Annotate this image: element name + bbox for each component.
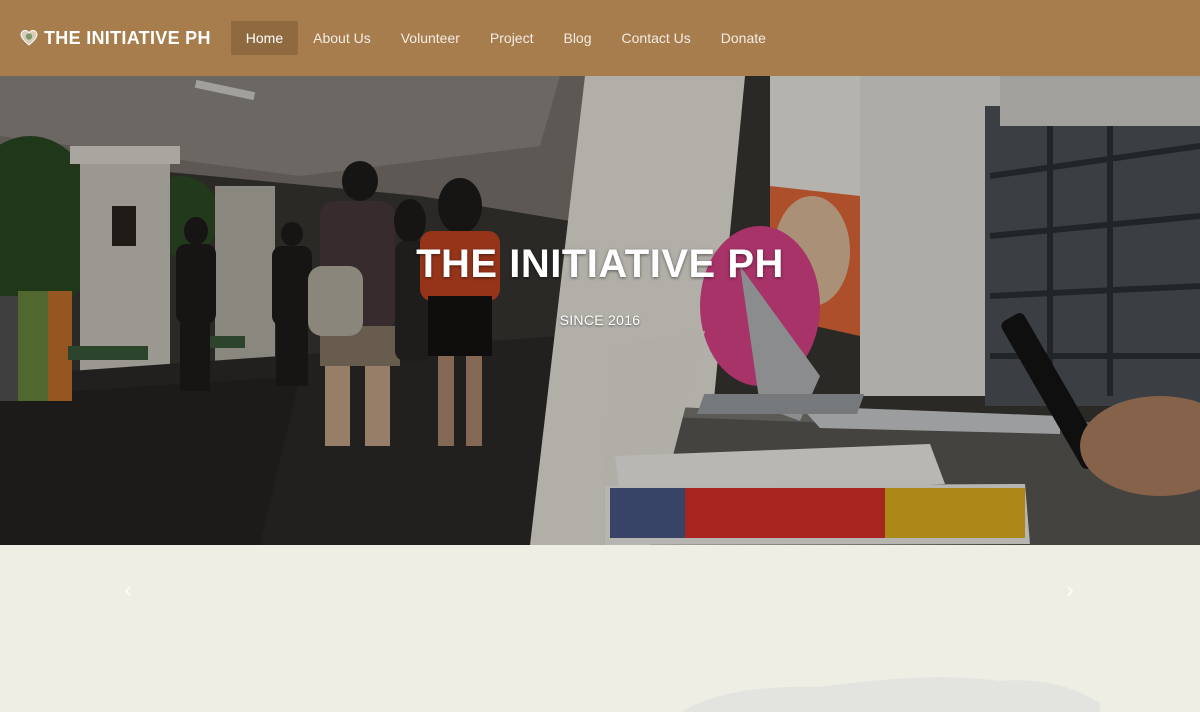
nav-item-about-us[interactable]: About Us <box>298 21 386 55</box>
carousel-area: ‹ › <box>0 545 1200 712</box>
top-navbar: THE INITIATIVE PH Home About Us Voluntee… <box>0 0 1200 76</box>
main-nav: Home About Us Volunteer Project Blog Con… <box>230 21 781 55</box>
chevron-right-icon[interactable]: › <box>1058 578 1082 602</box>
chevron-left-icon[interactable]: ‹ <box>116 578 140 602</box>
nav-item-blog[interactable]: Blog <box>548 21 606 55</box>
nav-item-volunteer[interactable]: Volunteer <box>386 21 475 55</box>
nav-item-donate[interactable]: Donate <box>706 21 781 55</box>
brand-link[interactable]: THE INITIATIVE PH <box>20 28 211 49</box>
nav-item-contact-us[interactable]: Contact Us <box>607 21 706 55</box>
nav-item-home[interactable]: Home <box>230 21 299 55</box>
hero-title: THE INITIATIVE PH <box>416 242 784 286</box>
hero-photo <box>0 76 1200 545</box>
brand-name: THE INITIATIVE PH <box>44 27 211 48</box>
hero-subtitle: SINCE 2016 <box>559 312 641 328</box>
decorative-shape <box>681 677 1100 712</box>
nav-item-project[interactable]: Project <box>475 21 549 55</box>
hero-slide: THE INITIATIVE PH SINCE 2016 <box>0 76 1200 545</box>
heart-globe-icon <box>20 29 38 47</box>
